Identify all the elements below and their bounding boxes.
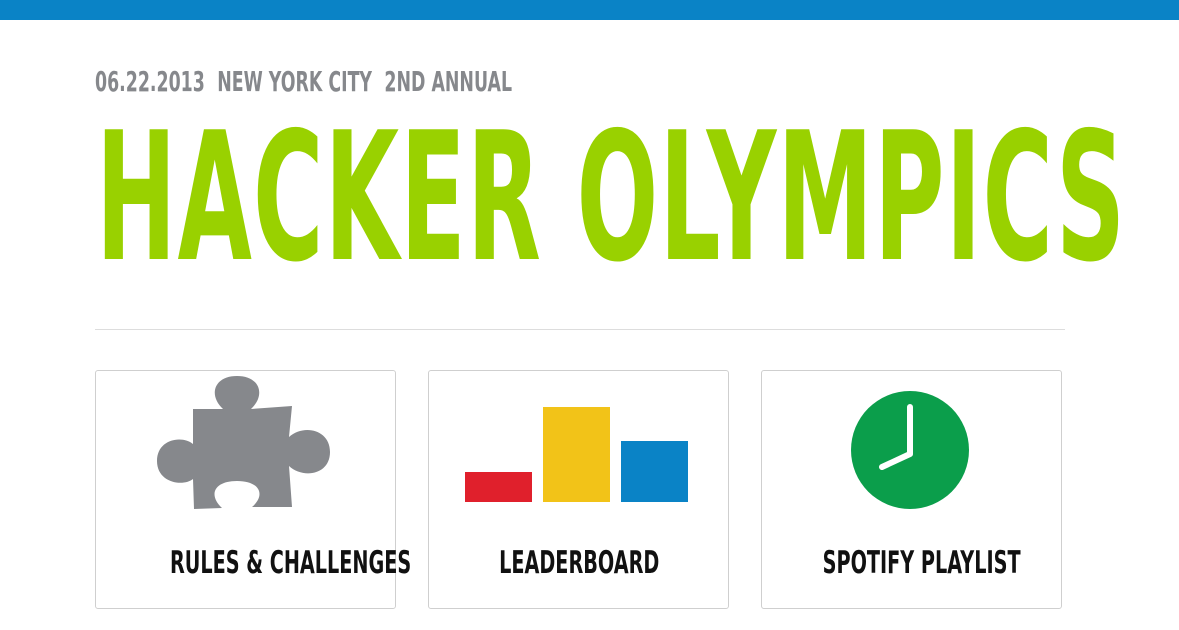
puzzle-piece-icon (157, 376, 330, 509)
leaderboard-label: LEADERBOARD (499, 545, 660, 581)
leaderboard-card[interactable]: LEADERBOARD (428, 370, 729, 609)
top-bar (0, 0, 1179, 20)
clock-icon (851, 391, 969, 509)
leaderboard-bar-yellow (543, 407, 610, 502)
rules-challenges-card[interactable]: RULES & CHALLENGES (95, 370, 412, 609)
page-title: HACKER OLYMPICS (96, 94, 1127, 301)
rules-challenges-label: RULES & CHALLENGES (169, 545, 412, 581)
spotify-playlist-label: SPOTIFY PLAYLIST (822, 545, 1021, 581)
leaderboard-bars-icon (465, 407, 688, 502)
spotify-playlist-card[interactable]: SPOTIFY PLAYLIST (761, 370, 1062, 609)
divider (95, 329, 1065, 330)
leaderboard-bar-blue (621, 441, 688, 502)
leaderboard-bar-red (465, 472, 532, 502)
